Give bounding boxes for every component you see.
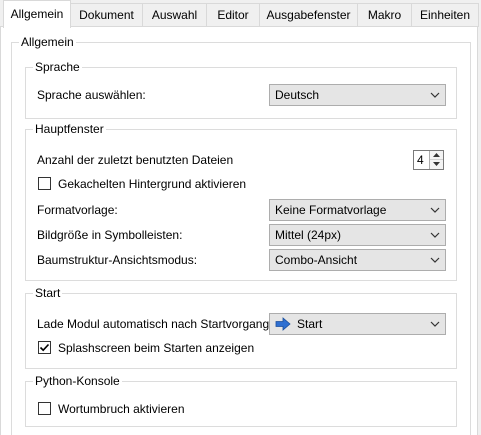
settings-page: Allgemein Sprache Sprache auswählen: Deu… xyxy=(0,26,478,435)
language-label: Sprache auswählen: xyxy=(37,88,146,102)
group-python-console-title: Python-Konsole xyxy=(33,374,122,388)
tiled-background-label: Gekachelten Hintergrund aktivieren xyxy=(58,177,247,191)
word-wrap-checkbox[interactable] xyxy=(38,402,51,415)
tab-editor[interactable]: Editor xyxy=(207,3,260,27)
spin-up-button[interactable] xyxy=(430,151,443,160)
tab-einheiten[interactable]: Einheiten xyxy=(412,3,479,27)
chevron-down-icon xyxy=(430,91,440,99)
recent-files-spinbox[interactable]: 4 xyxy=(413,150,444,170)
chevron-down-icon xyxy=(430,256,440,264)
group-python-console: Python-Konsole Wortumbruch aktivieren xyxy=(25,374,457,427)
chevron-down-icon xyxy=(430,320,440,328)
chevron-down-icon xyxy=(430,206,440,214)
group-allgemein-title: Allgemein xyxy=(19,35,76,49)
autoload-module-value: Start xyxy=(297,317,323,331)
language-combo[interactable]: Deutsch xyxy=(269,84,446,106)
tab-allgemein[interactable]: Allgemein xyxy=(3,0,71,28)
tab-dokument[interactable]: Dokument xyxy=(71,3,143,27)
icon-size-label: Bildgröße in Symbolleisten: xyxy=(37,228,183,242)
tab-auswahl[interactable]: Auswahl xyxy=(143,3,207,27)
splash-checkbox[interactable] xyxy=(38,341,51,354)
recent-files-label: Anzahl der zuletzt benutzten Dateien xyxy=(37,153,234,167)
language-combo-value: Deutsch xyxy=(275,88,320,102)
tree-mode-combo-value: Combo-Ansicht xyxy=(275,253,358,267)
tab-bar: Allgemein Dokument Auswahl Editor Ausgab… xyxy=(0,0,481,28)
autoload-module-combo[interactable]: Start xyxy=(269,313,446,335)
group-start: Start Lade Modul automatisch nach Startv… xyxy=(25,286,457,369)
chevron-down-icon xyxy=(430,231,440,239)
spin-down-button[interactable] xyxy=(430,160,443,169)
tab-makro[interactable]: Makro xyxy=(358,3,412,27)
group-sprache: Sprache Sprache auswählen: Deutsch xyxy=(25,60,457,119)
tree-mode-label: Baumstruktur-Ansichtsmodus: xyxy=(37,253,198,267)
tab-ausgabefenster[interactable]: Ausgabefenster xyxy=(260,3,358,27)
style-combo[interactable]: Keine Formatvorlage xyxy=(269,199,446,221)
recent-files-value: 4 xyxy=(417,153,424,167)
spin-buttons xyxy=(429,151,443,169)
autoload-module-label: Lade Modul automatisch nach Startvorgang… xyxy=(37,317,273,331)
group-sprache-title: Sprache xyxy=(33,60,82,74)
group-start-title: Start xyxy=(33,286,63,300)
style-label: Formatvorlage: xyxy=(37,203,118,217)
icon-size-combo-value: Mittel (24px) xyxy=(275,228,342,242)
style-combo-value: Keine Formatvorlage xyxy=(275,203,387,217)
arrow-right-icon xyxy=(275,316,291,331)
tiled-background-checkbox[interactable] xyxy=(38,177,51,190)
checkmark-icon xyxy=(39,343,50,352)
group-hauptfenster-title: Hauptfenster xyxy=(33,122,106,136)
icon-size-combo[interactable]: Mittel (24px) xyxy=(269,224,446,246)
word-wrap-label: Wortumbruch aktivieren xyxy=(58,402,185,416)
group-hauptfenster: Hauptfenster Anzahl der zuletzt benutzte… xyxy=(25,122,457,281)
tree-mode-combo[interactable]: Combo-Ansicht xyxy=(269,249,446,271)
splash-label: Splashscreen beim Starten anzeigen xyxy=(58,341,255,355)
